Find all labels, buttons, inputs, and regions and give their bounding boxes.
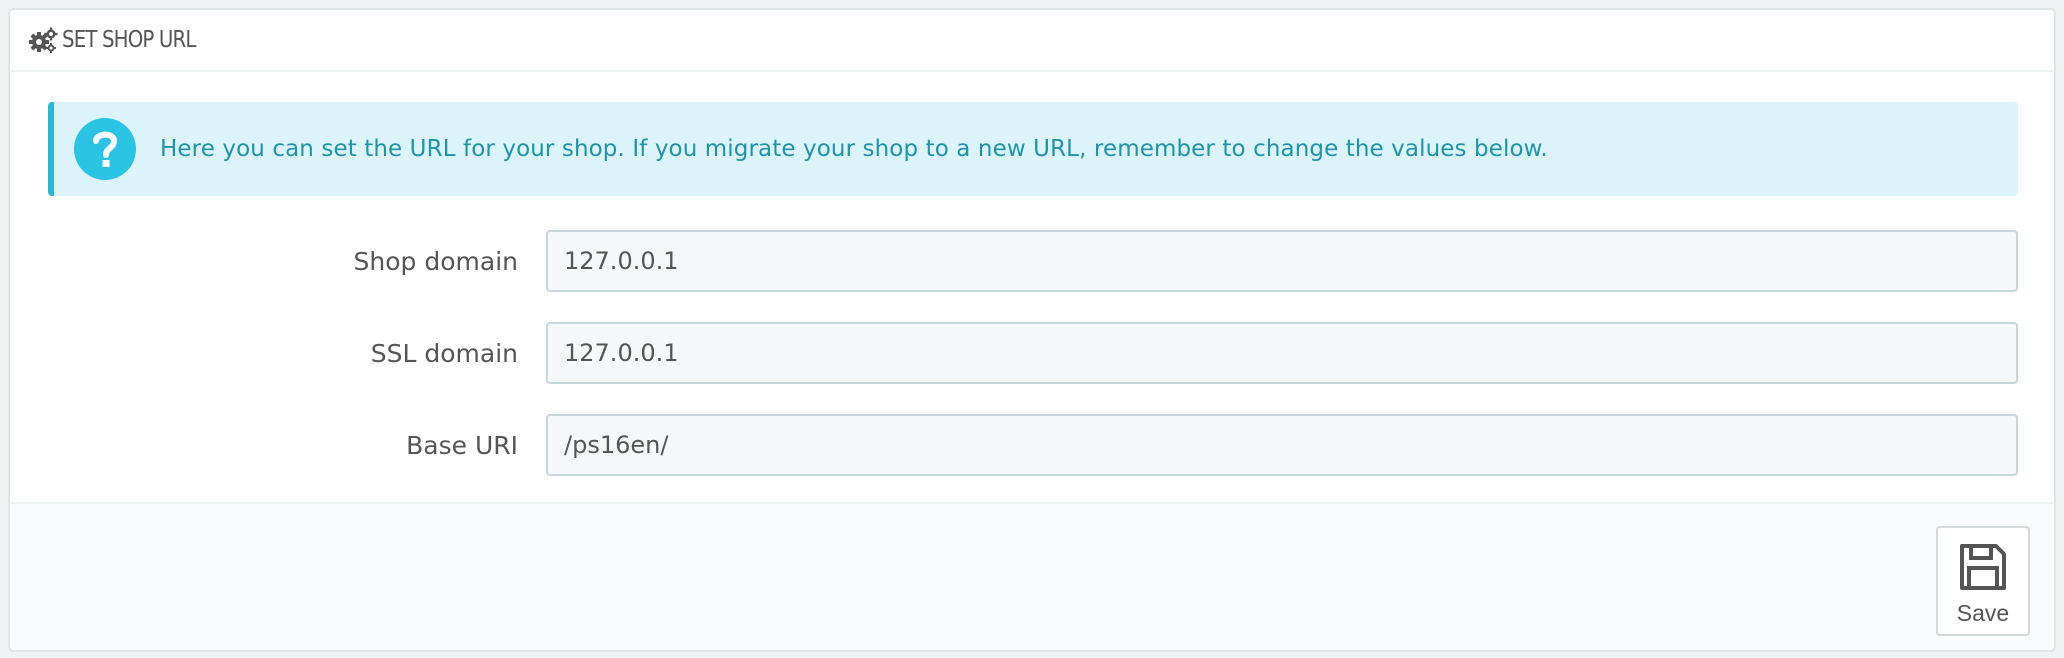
form-row-ssl-domain: SSL domain <box>10 322 2054 384</box>
ssl-domain-input[interactable] <box>546 322 2018 384</box>
base-uri-input[interactable] <box>546 414 2018 476</box>
shop-domain-label: Shop domain <box>353 246 518 276</box>
shop-url-panel: SET SHOP URL Here you can set the URL fo… <box>8 8 2056 652</box>
form-row-base-uri: Base URI <box>10 414 2054 476</box>
base-uri-label: Base URI <box>406 430 518 460</box>
question-circle-icon <box>74 118 136 180</box>
save-label: Save <box>1956 600 2010 626</box>
save-button[interactable]: Save <box>1936 526 2030 636</box>
ssl-domain-label: SSL domain <box>370 338 518 368</box>
shop-domain-input[interactable] <box>546 230 2018 292</box>
panel-heading: SET SHOP URL <box>10 10 2054 72</box>
panel-title: SET SHOP URL <box>62 27 196 53</box>
form-row-shop-domain: Shop domain <box>10 230 2054 292</box>
cogs-icon <box>29 27 58 53</box>
info-alert: Here you can set the URL for your shop. … <box>48 102 2018 196</box>
floppy-disk-icon <box>1960 544 2006 590</box>
panel-footer: Save <box>10 502 2054 650</box>
alert-message: Here you can set the URL for your shop. … <box>160 136 1548 162</box>
